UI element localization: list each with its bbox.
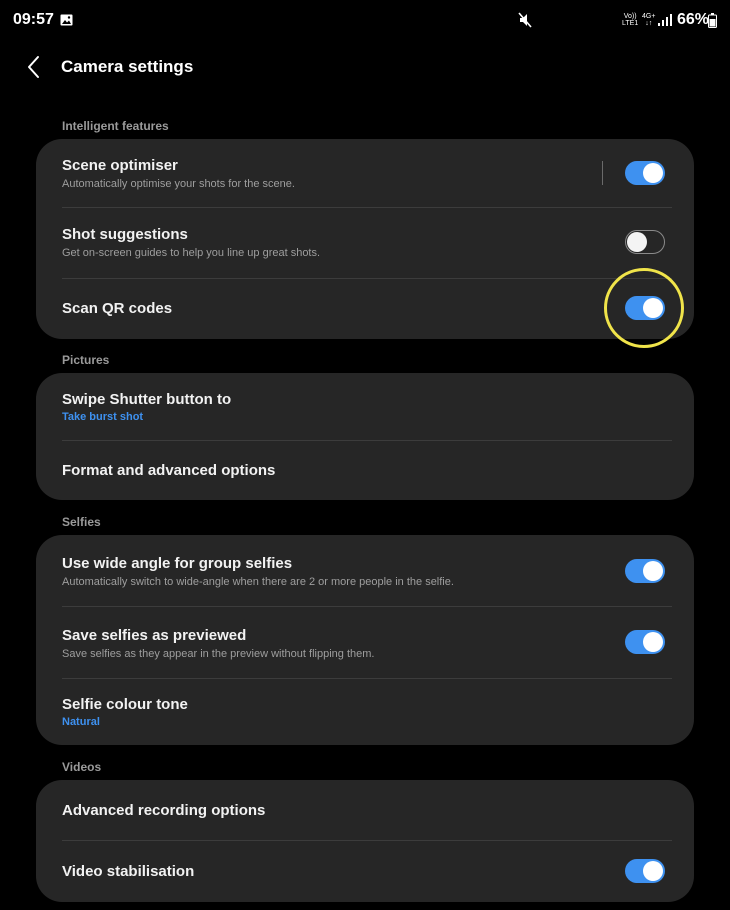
setting-title: Save selfies as previewed	[62, 627, 247, 644]
toggle-knob	[643, 163, 663, 183]
toggle-knob	[627, 231, 647, 252]
setting-title: Swipe Shutter button to	[62, 391, 232, 408]
mute-icon	[518, 12, 532, 33]
setting-swipe-shutter[interactable]: Swipe Shutter button to Take burst shot	[36, 373, 694, 440]
toggle-knob	[643, 861, 663, 881]
network-type-icon: 4G+ ↓↑	[642, 13, 655, 27]
setting-subtitle: Get on-screen guides to help you line up…	[62, 247, 321, 259]
battery-icon	[708, 13, 717, 33]
card-pictures: Swipe Shutter button to Take burst shot …	[36, 373, 694, 500]
toggle-knob	[643, 632, 663, 652]
setting-selfie-colour-tone[interactable]: Selfie colour tone Natural	[36, 679, 694, 745]
card-selfies: Use wide angle for group selfies Automat…	[36, 535, 694, 745]
setting-title: Shot suggestions	[62, 226, 188, 243]
scene-optimiser-toggle[interactable]	[625, 161, 665, 185]
volte-label: Vo))	[623, 13, 637, 20]
signal-bars-icon	[658, 13, 672, 32]
setting-subtitle: Automatically switch to wide-angle when …	[62, 576, 454, 588]
card-videos: Advanced recording options Video stabili…	[36, 780, 694, 902]
setting-title: Selfie colour tone	[62, 696, 188, 713]
setting-value: Take burst shot	[62, 411, 144, 423]
setting-title: Video stabilisation	[62, 863, 195, 880]
toggle-knob	[643, 298, 663, 318]
vertical-separator	[602, 161, 603, 185]
volte-icon: Vo)) LTE1	[622, 13, 638, 27]
section-header-videos: Videos	[62, 760, 102, 774]
setting-wide-angle-group-selfies[interactable]: Use wide angle for group selfies Automat…	[36, 535, 694, 606]
section-header-pictures: Pictures	[62, 353, 110, 367]
battery-percent: 66%	[677, 11, 710, 28]
setting-advanced-recording-options[interactable]: Advanced recording options	[36, 780, 694, 840]
shot-suggestions-toggle[interactable]	[625, 230, 665, 254]
setting-format-advanced-options[interactable]: Format and advanced options	[36, 441, 694, 500]
chevron-left-icon[interactable]	[24, 54, 44, 85]
network-label: 4G+	[642, 13, 656, 20]
setting-title: Format and advanced options	[62, 462, 276, 479]
setting-video-stabilisation[interactable]: Video stabilisation	[36, 841, 694, 902]
setting-subtitle: Save selfies as they appear in the previ…	[62, 648, 375, 660]
setting-scene-optimiser[interactable]: Scene optimiser Automatically optimise y…	[36, 139, 694, 207]
setting-title: Scene optimiser	[62, 157, 178, 174]
wide-angle-toggle[interactable]	[625, 559, 665, 583]
setting-subtitle: Automatically optimise your shots for th…	[62, 178, 295, 190]
toggle-knob	[643, 561, 663, 581]
status-time: 09:57	[13, 11, 54, 28]
lte-label: LTE1	[622, 20, 639, 27]
setting-scan-qr-codes[interactable]: Scan QR codes	[36, 279, 694, 339]
network-arrows: ↓↑	[645, 20, 653, 27]
card-intelligent-features: Scene optimiser Automatically optimise y…	[36, 139, 694, 339]
section-header-selfies: Selfies	[62, 515, 101, 529]
scan-qr-codes-toggle[interactable]	[625, 296, 665, 320]
setting-title: Scan QR codes	[62, 300, 173, 317]
app-header: Camera settings	[0, 42, 730, 92]
section-header-intelligent: Intelligent features	[62, 119, 169, 133]
setting-title: Use wide angle for group selfies	[62, 555, 293, 572]
setting-value: Natural	[62, 716, 100, 728]
setting-shot-suggestions[interactable]: Shot suggestions Get on-screen guides to…	[36, 208, 694, 278]
setting-title: Advanced recording options	[62, 802, 266, 819]
image-icon	[60, 13, 73, 31]
video-stabilisation-toggle[interactable]	[625, 859, 665, 883]
setting-save-selfies-as-previewed[interactable]: Save selfies as previewed Save selfies a…	[36, 607, 694, 677]
save-previewed-toggle[interactable]	[625, 630, 665, 654]
page-title: Camera settings	[61, 57, 194, 76]
status-bar: 09:57 Vo)) LTE1 4G+ ↓↑ 66%	[0, 0, 730, 42]
